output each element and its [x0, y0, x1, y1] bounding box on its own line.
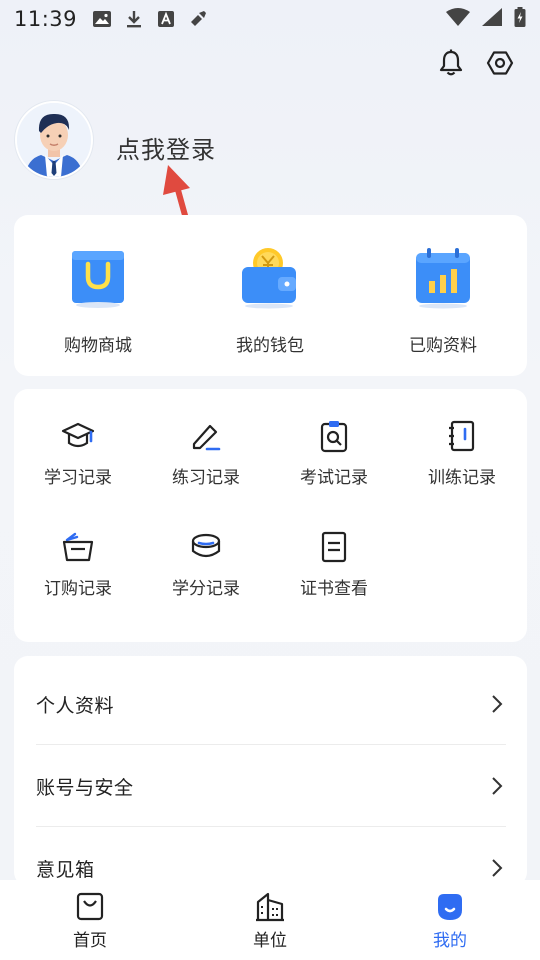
- font-icon: [157, 10, 175, 28]
- quick-action-label: 购物商城: [64, 336, 132, 356]
- battery-icon: [514, 7, 526, 31]
- quick-action-label: 我的钱包: [236, 336, 304, 356]
- clipboard-search-icon: [317, 419, 351, 453]
- record-training[interactable]: 训练记录: [407, 419, 517, 488]
- record-label: 考试记录: [300, 468, 368, 488]
- records-card: 学习记录 练习记录 考试记录 训练记录 订购记录 学分记录 证书查看: [14, 389, 527, 642]
- bag-icon: [74, 890, 106, 922]
- quick-action-shopping[interactable]: 购物商城: [28, 245, 168, 356]
- settings-list-card: 个人资料 账号与安全 意见箱: [14, 656, 527, 886]
- status-time: 11:39: [14, 7, 78, 31]
- wifi-icon: [446, 8, 470, 30]
- nav-label: 首页: [73, 931, 107, 951]
- building-icon: [254, 890, 286, 922]
- graduation-cap-icon: [61, 419, 95, 453]
- image-icon: [93, 10, 112, 28]
- quick-actions-card: 购物商城 我的钱包 已购资料: [14, 215, 527, 376]
- coins-icon: [189, 530, 223, 564]
- settings-row-label: 账号与安全: [36, 776, 134, 799]
- bottom-navigation: 首页 单位 我的: [0, 880, 540, 960]
- notification-button[interactable]: [436, 49, 466, 81]
- settings-row-label: 个人资料: [36, 694, 115, 717]
- bell-icon: [438, 49, 464, 81]
- settings-row-account-security[interactable]: 账号与安全: [14, 745, 527, 827]
- record-credit[interactable]: 学分记录: [151, 530, 261, 599]
- record-exam[interactable]: 考试记录: [279, 419, 389, 488]
- record-label: 训练记录: [428, 468, 496, 488]
- tool-icon: [189, 10, 207, 28]
- record-certificate[interactable]: 证书查看: [279, 530, 389, 599]
- quick-action-purchased[interactable]: 已购资料: [373, 245, 513, 356]
- record-label: 证书查看: [300, 579, 368, 599]
- record-label: 学习记录: [44, 468, 112, 488]
- chevron-right-icon: [489, 694, 505, 714]
- quick-action-label: 已购资料: [409, 336, 477, 356]
- nav-mine[interactable]: 我的: [360, 880, 540, 960]
- record-label: 练习记录: [172, 468, 240, 488]
- download-icon: [125, 10, 143, 28]
- pencil-icon: [189, 419, 223, 453]
- record-order[interactable]: 订购记录: [23, 530, 133, 599]
- calendar-chart-icon: [411, 245, 475, 309]
- chevron-right-icon: [489, 858, 505, 878]
- notebook-icon: [445, 419, 479, 453]
- quick-action-wallet[interactable]: 我的钱包: [200, 245, 340, 356]
- basket-icon: [61, 530, 95, 564]
- certificate-icon: [317, 530, 351, 564]
- signal-icon: [482, 8, 502, 30]
- nav-home[interactable]: 首页: [0, 880, 180, 960]
- avatar-illustration: [17, 103, 91, 177]
- chevron-right-icon: [489, 776, 505, 796]
- nav-unit[interactable]: 单位: [180, 880, 360, 960]
- status-bar: 11:39: [0, 0, 540, 38]
- record-practice[interactable]: 练习记录: [151, 419, 261, 488]
- settings-row-profile[interactable]: 个人资料: [14, 663, 527, 745]
- record-label: 订购记录: [44, 579, 112, 599]
- nav-label: 我的: [433, 931, 467, 951]
- settings-button[interactable]: [485, 50, 515, 80]
- status-notifications: [93, 10, 207, 28]
- avatar[interactable]: [15, 101, 93, 179]
- settings-icon: [486, 49, 514, 81]
- record-study[interactable]: 学习记录: [23, 419, 133, 488]
- wallet-icon: [238, 245, 302, 309]
- status-system: [446, 7, 526, 31]
- profile-icon: [434, 890, 466, 922]
- settings-row-label: 意见箱: [36, 858, 95, 881]
- record-label: 学分记录: [172, 579, 240, 599]
- nav-label: 单位: [253, 931, 287, 951]
- shopping-bag-icon: [66, 245, 130, 309]
- login-link[interactable]: 点我登录: [116, 130, 216, 165]
